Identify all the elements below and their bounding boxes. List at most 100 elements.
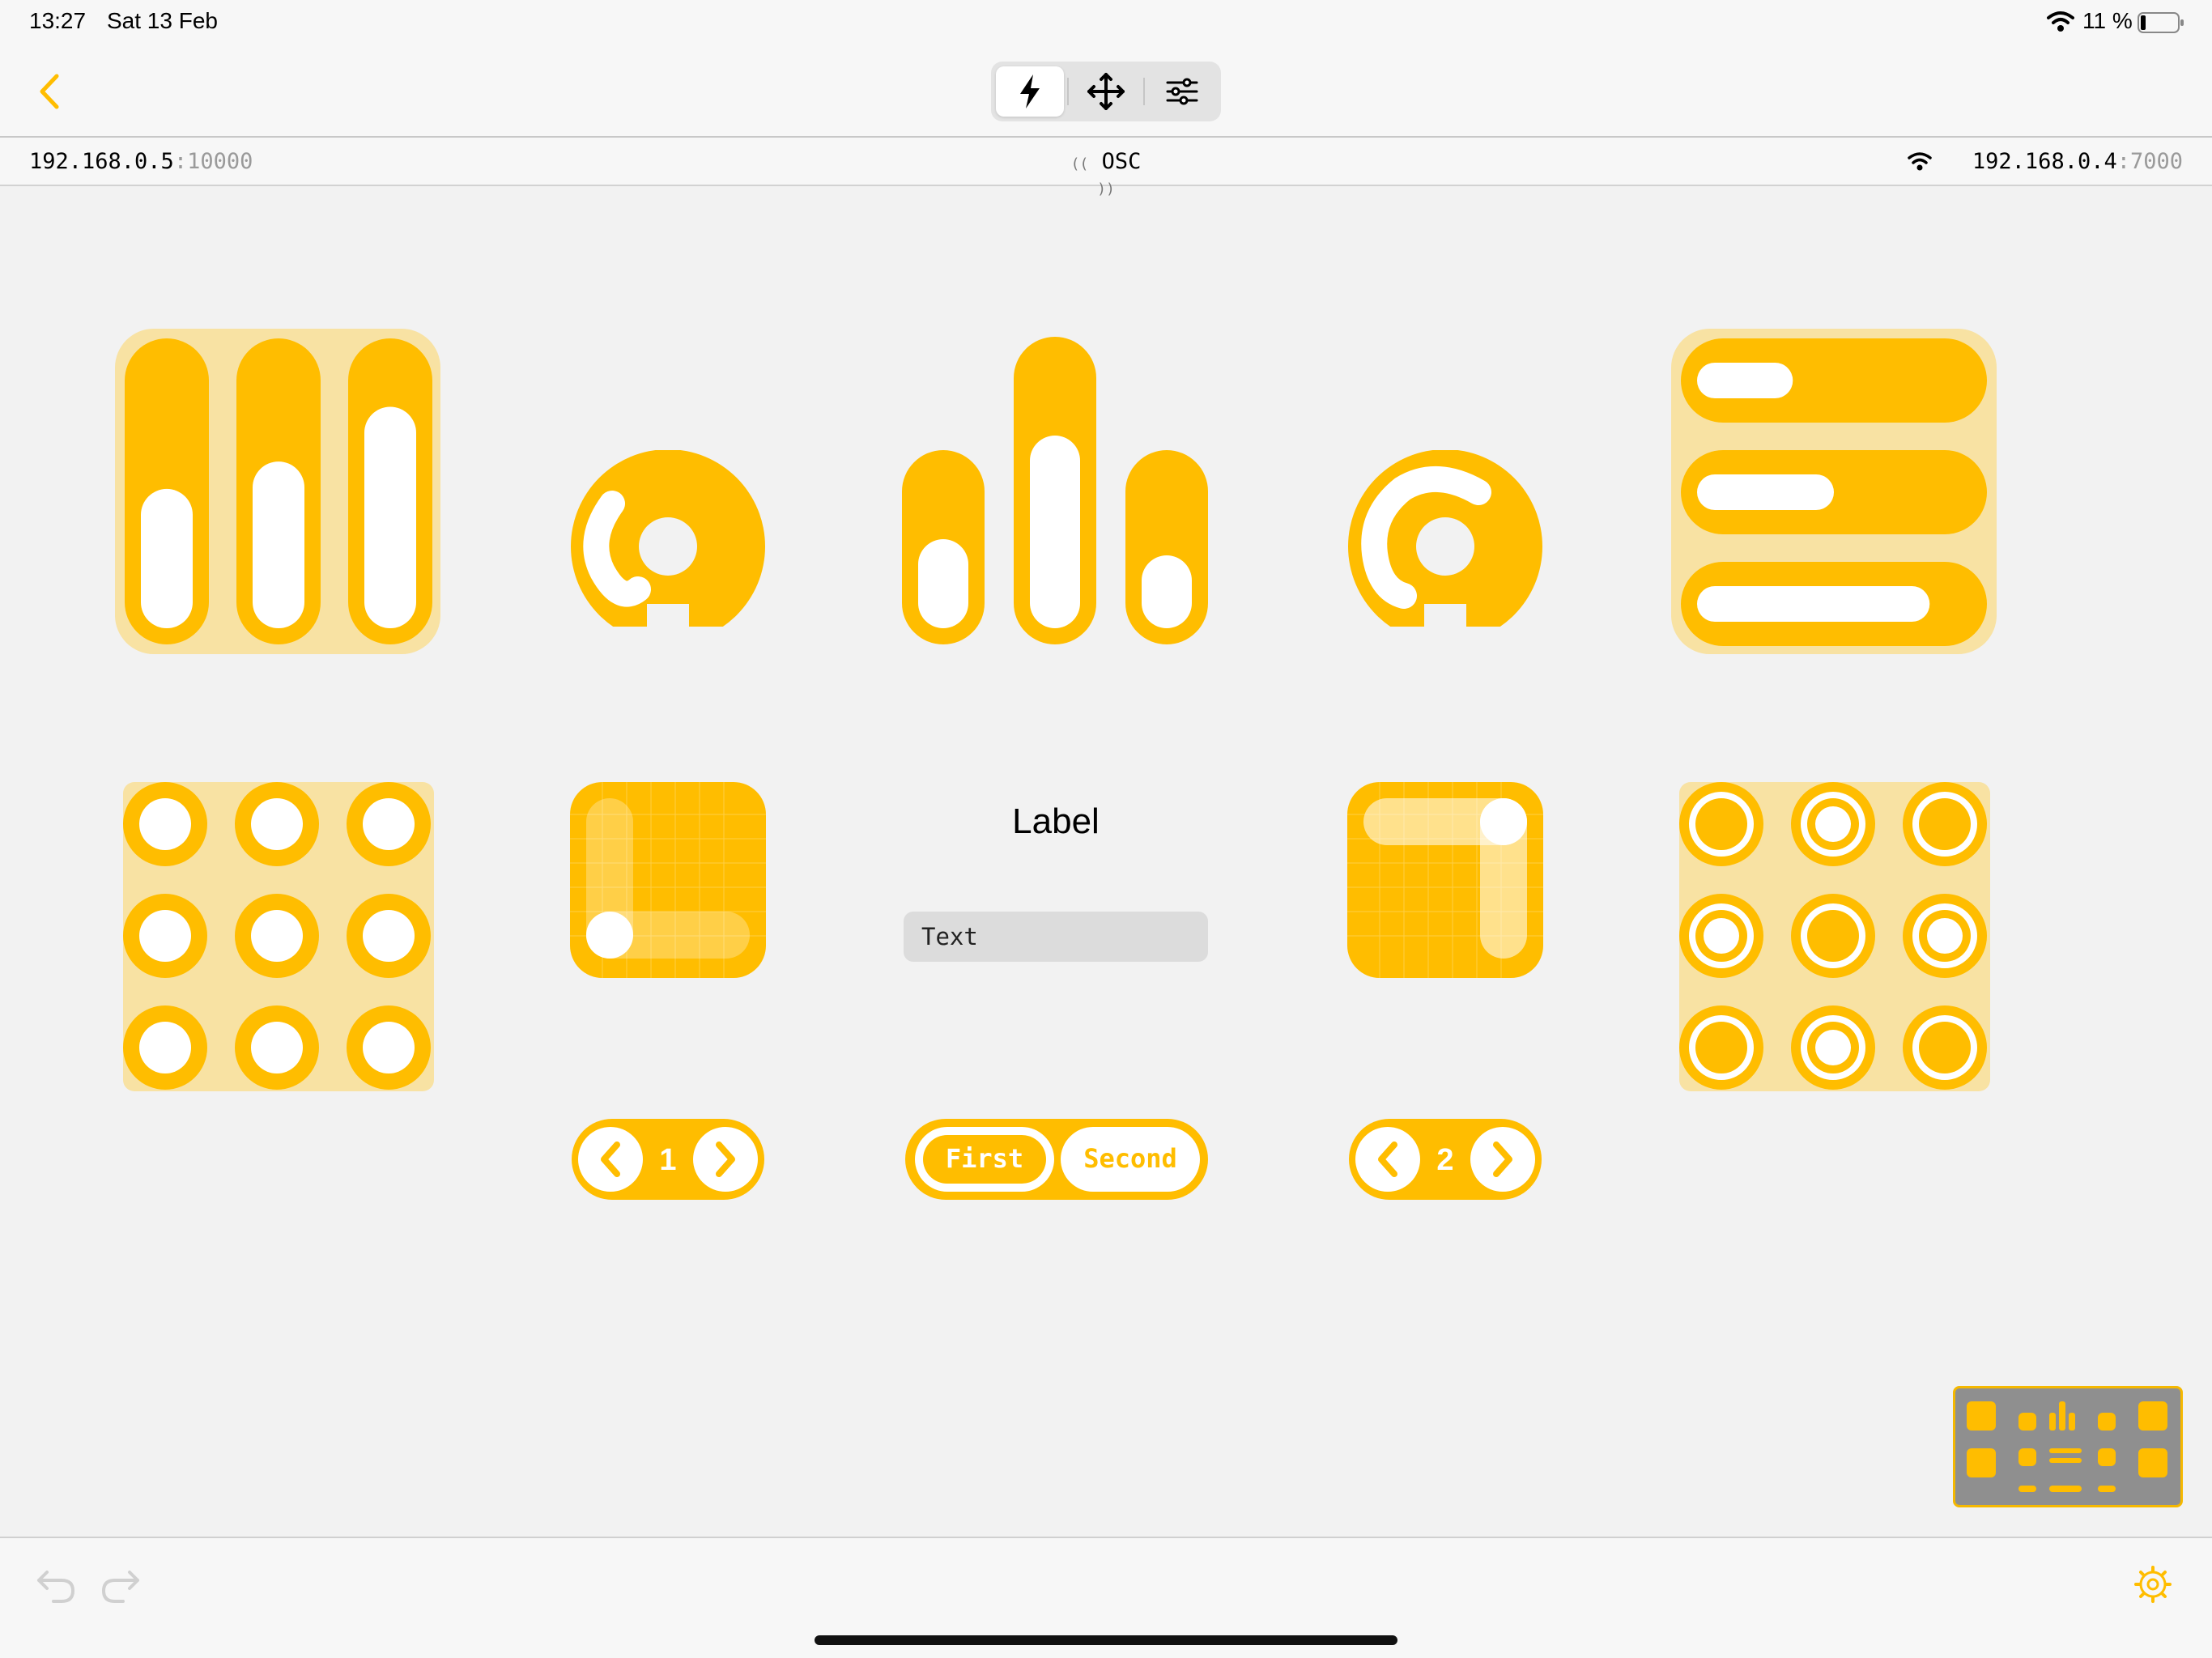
battery-percent: 11 % [2082,8,2133,33]
home-indicator [815,1635,1397,1645]
radio-button[interactable] [1679,1005,1763,1090]
gear-icon[interactable] [2134,1566,2172,1603]
toggle-button[interactable] [235,782,319,866]
local-port: :10000 [173,149,253,174]
signal-left-icon: (( [1070,155,1089,172]
vertical-fader-1[interactable] [125,338,209,644]
radio-dot [1695,798,1747,850]
redo-icon[interactable] [99,1564,143,1605]
segment-first-label: First [946,1143,1023,1174]
toggle-button[interactable] [123,894,207,978]
segmented-widget[interactable]: First Second [904,1117,1210,1201]
stepper-increment-button[interactable] [1470,1127,1535,1192]
undo-icon[interactable] [34,1564,78,1605]
segment-first[interactable]: First [915,1127,1054,1192]
stepper-decrement-button[interactable] [1355,1127,1420,1192]
radio-button[interactable] [1679,894,1763,978]
radio-button[interactable] [1791,782,1875,866]
xy-pad-handle[interactable] [1480,798,1527,845]
knob-right[interactable] [1347,450,1543,627]
toggle-button[interactable] [235,894,319,978]
fader-fill [141,488,193,628]
vertical-bar-1[interactable] [902,450,985,644]
segment-second[interactable]: Second [1061,1127,1200,1192]
radio-button[interactable] [1903,1005,1987,1090]
knob-gap [647,604,689,627]
wifi-icon [2047,11,2074,32]
horizontal-faders-widget[interactable] [1671,329,1997,654]
radio-dot [1919,798,1971,850]
mode-segmented-control [991,62,1221,121]
vertical-fader-3[interactable] [348,338,432,644]
move-mode-button[interactable] [1072,66,1140,117]
radio-button[interactable] [1791,1005,1875,1090]
minimap-preview [1967,1401,2167,1492]
toggle-button[interactable] [235,1005,319,1090]
horizontal-fader-3[interactable] [1681,562,1987,646]
status-time: 13:27 [29,8,87,33]
horizontal-fader-1[interactable] [1681,338,1987,423]
back-chevron-icon[interactable] [29,70,73,113]
toggle-button[interactable] [123,782,207,866]
radio-center [1927,918,1963,954]
status-date: Sat 13 Feb [107,8,218,33]
radio-button[interactable] [1679,782,1763,866]
bar-fill [1142,555,1192,628]
toggle-button[interactable] [347,894,431,978]
radio-button[interactable] [1903,782,1987,866]
text-field[interactable]: Text [904,912,1208,962]
stepper-increment-button[interactable] [693,1127,758,1192]
wifi-icon [1908,152,1932,171]
bolt-icon [1020,74,1040,108]
bottom-toolbar [0,1537,2212,1658]
layout-minimap[interactable] [1953,1386,2183,1507]
knob-center [639,517,697,576]
toggle-button[interactable] [347,1005,431,1090]
segment-second-label: Second [1083,1143,1177,1174]
radio-center [1815,806,1851,842]
xy-pad-handle[interactable] [586,912,633,959]
vertical-bar-2[interactable] [1014,337,1096,644]
perform-mode-button[interactable] [996,66,1064,117]
toggle-center [251,910,303,962]
vertical-bars-widget[interactable] [902,337,1210,644]
battery-icon [2138,12,2184,33]
radio-button[interactable] [1791,894,1875,978]
local-ip: 192.168.0.5 [29,149,174,174]
xy-pad-left[interactable] [570,782,766,978]
local-address[interactable]: 192.168.0.5:10000 [29,149,253,174]
segment-divider [1067,78,1069,105]
protocol-indicator[interactable]: (( OSC )) [1061,149,1151,199]
stepper-value: 2 [1436,1143,1453,1177]
remote-ip: 192.168.0.4 [1972,149,2117,174]
fader-fill [1697,474,1834,510]
vertical-bar-3[interactable] [1125,450,1208,644]
settings-mode-button[interactable] [1148,66,1216,117]
remote-address[interactable]: 192.168.0.4:7000 [1972,149,2183,174]
fader-fill [1697,586,1930,622]
horizontal-fader-2[interactable] [1681,450,1987,534]
toggle-button[interactable] [123,1005,207,1090]
move-arrows-icon [1087,73,1125,110]
stepper-left[interactable]: 1 [570,1117,766,1201]
radio-center [1704,918,1739,954]
radio-button[interactable] [1903,894,1987,978]
knob-left[interactable] [570,450,766,627]
stepper-decrement-button[interactable] [578,1127,643,1192]
radio-center [1815,1030,1851,1065]
fader-fill [1697,363,1793,398]
toggle-grid-left[interactable] [123,782,434,1091]
radio-grid-right[interactable] [1679,782,1990,1091]
toggle-center [363,798,415,850]
radio-dot [1919,1022,1971,1073]
protocol-label: OSC [1101,149,1142,174]
toggle-button[interactable] [347,782,431,866]
toggle-center [363,910,415,962]
stepper-right[interactable]: 2 [1347,1117,1543,1201]
vertical-fader-2[interactable] [236,338,321,644]
xy-pad-right[interactable] [1347,782,1543,978]
segment-divider [1143,78,1145,105]
vertical-faders-widget[interactable] [115,329,440,654]
knob-center [1416,517,1474,576]
sliders-icon [1166,78,1198,105]
